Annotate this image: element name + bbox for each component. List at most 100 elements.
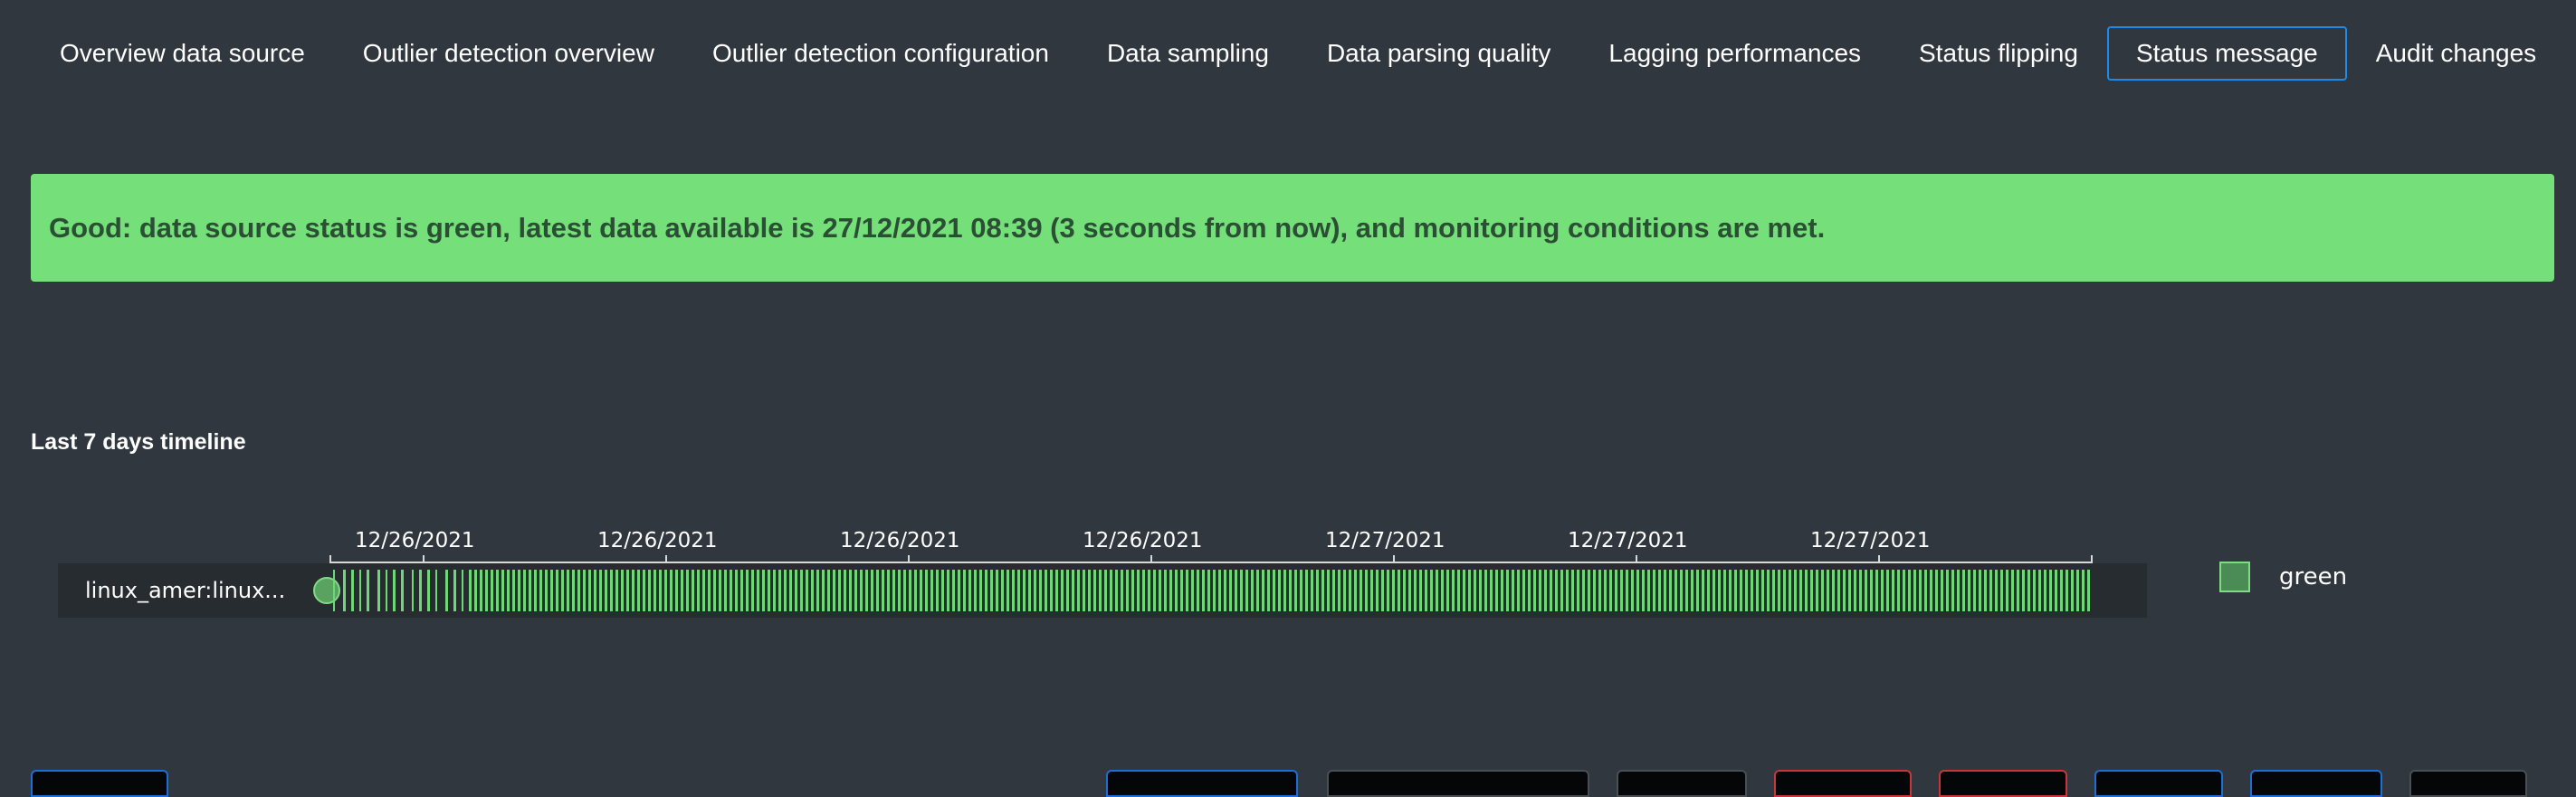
timeline-status-bar[interactable] [1729,570,1732,611]
legend-swatch-green[interactable] [2219,562,2250,592]
timeline-status-bar[interactable] [445,570,448,611]
tab-outlier-detection-overview[interactable]: Outlier detection overview [334,26,683,81]
bottom-button[interactable] [1774,770,1912,797]
timeline-bars[interactable] [329,570,2093,611]
timeline-status-bar[interactable] [393,570,396,611]
timeline-status-bar[interactable] [643,570,645,611]
timeline-status-bar[interactable] [1854,570,1856,611]
bottom-button[interactable] [1106,770,1298,797]
timeline-status-bar[interactable] [757,570,759,611]
timeline-status-bar[interactable] [947,570,949,611]
timeline-status-bar[interactable] [1441,570,1444,611]
timeline-status-bar[interactable] [615,570,618,611]
timeline-status-bar[interactable] [1577,570,1579,611]
timeline-status-bar[interactable] [854,570,857,611]
timeline-status-bar[interactable] [1370,570,1373,611]
timeline-status-bar[interactable] [974,570,977,611]
timeline-status-bar[interactable] [1865,570,1867,611]
timeline-status-bar[interactable] [583,570,586,611]
timeline-status-bar[interactable] [1360,570,1362,611]
timeline-status-bar[interactable] [1202,570,1205,611]
timeline-status-bar[interactable] [1495,570,1498,611]
timeline-status-bar[interactable] [1191,570,1194,611]
timeline-status-bar[interactable] [1034,570,1036,611]
timeline-status-bar[interactable] [1968,570,1970,611]
timeline-status-bar[interactable] [1707,570,1710,611]
timeline-status-bar[interactable] [1316,570,1319,611]
timeline-status-bar[interactable] [1311,570,1313,611]
timeline-status-bar[interactable] [1083,570,1085,611]
timeline-status-bar[interactable] [795,570,797,611]
timeline-status-bar[interactable] [887,570,890,611]
timeline-status-bar[interactable] [1647,570,1650,611]
timeline-status-bar[interactable] [1593,570,1596,611]
timeline-status-bar[interactable] [621,570,624,611]
timeline-status-bar[interactable] [1848,570,1851,611]
timeline-status-bar[interactable] [1164,570,1167,611]
tab-outlier-detection-configuration[interactable]: Outlier detection configuration [683,26,1078,81]
timeline-status-bar[interactable] [333,570,335,611]
timeline-status-bar[interactable] [1680,570,1683,611]
timeline-status-bar[interactable] [1072,570,1074,611]
timeline-status-bar[interactable] [469,570,472,611]
timeline-status-bar[interactable] [1028,570,1031,611]
timeline-status-bar[interactable] [1636,570,1639,611]
tab-overview-data-source[interactable]: Overview data source [31,26,334,81]
timeline-status-bar[interactable] [909,570,911,611]
timeline-status-bar[interactable] [1327,570,1330,611]
timeline-status-bar[interactable] [724,570,727,611]
timeline-status-bar[interactable] [1957,570,1960,611]
timeline-status-bar[interactable] [958,570,960,611]
timeline-status-bar[interactable] [2060,570,2063,611]
timeline-status-bar[interactable] [1099,570,1102,611]
timeline-status-bar[interactable] [719,570,721,611]
timeline-status-bar[interactable] [474,570,477,611]
timeline-status-bar[interactable] [1598,570,1601,611]
timeline-status-bar[interactable] [990,570,993,611]
timeline-status-bar[interactable] [491,570,493,611]
timeline-status-bar[interactable] [512,570,515,611]
timeline-status-bar[interactable] [2022,570,2025,611]
timeline-status-bar[interactable] [1555,570,1558,611]
timeline-status-bar[interactable] [762,570,765,611]
timeline-status-bar[interactable] [1186,570,1188,611]
timeline-status-bar[interactable] [550,570,553,611]
timeline-status-bar[interactable] [659,570,662,611]
timeline-status-bar[interactable] [1816,570,1818,611]
timeline-status-bar[interactable] [567,570,569,611]
timeline-status-bar[interactable] [1512,570,1514,611]
timeline-status-bar[interactable] [871,570,873,611]
timeline-status-bar[interactable] [351,570,354,611]
timeline-status-bar[interactable] [1979,570,1981,611]
timeline-status-bar[interactable] [708,570,711,611]
timeline-status-bar[interactable] [1989,570,1992,611]
timeline-status-bar[interactable] [1962,570,1965,611]
timeline-status-bar[interactable] [1789,570,1791,611]
timeline-status-bar[interactable] [1479,570,1482,611]
timeline-status-bar[interactable] [1973,570,1976,611]
timeline-status-bar[interactable] [2027,570,2030,611]
timeline-status-bar[interactable] [827,570,830,611]
timeline-status-bar[interactable] [367,570,369,611]
timeline-status-bar[interactable] [1821,570,1824,611]
timeline-status-bar[interactable] [1799,570,1802,611]
timeline-status-bar[interactable] [2087,570,2090,611]
timeline-status-bar[interactable] [903,570,906,611]
timeline-status-bar[interactable] [1126,570,1129,611]
timeline-status-bar[interactable] [1414,570,1417,611]
timeline-status-bar[interactable] [1951,570,1954,611]
bottom-button[interactable] [31,770,168,797]
timeline-status-bar[interactable] [1859,570,1862,611]
timeline-status-bar[interactable] [2017,570,2019,611]
timeline-status-bar[interactable] [1772,570,1775,611]
bottom-button[interactable] [2250,770,2382,797]
timeline-status-bar[interactable] [419,570,422,611]
timeline-status-bar[interactable] [1582,570,1585,611]
timeline-status-bar[interactable] [1783,570,1786,611]
timeline-status-bar[interactable] [1691,570,1693,611]
timeline-status-bar[interactable] [925,570,928,611]
timeline-status-bar[interactable] [2071,570,2074,611]
timeline-status-bar[interactable] [572,570,575,611]
timeline-status-bar[interactable] [1197,570,1199,611]
timeline-status-bar[interactable] [1490,570,1493,611]
